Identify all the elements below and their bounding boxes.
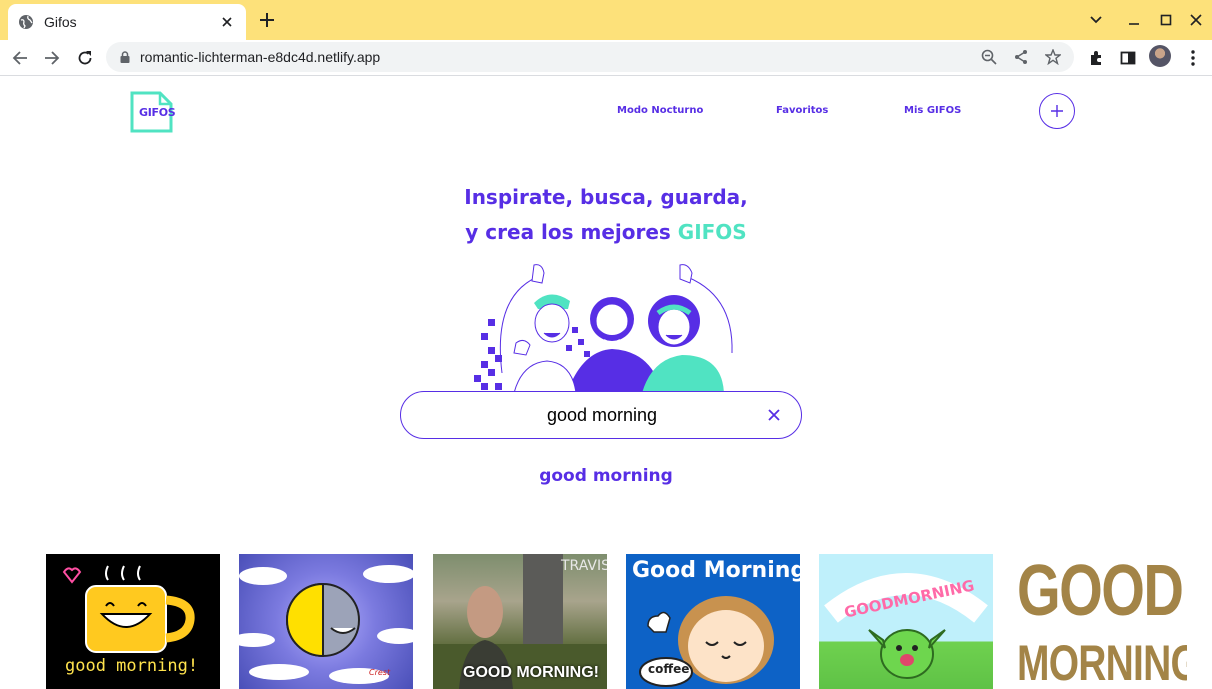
browser-toolbar: romantic-lichterman-e8dc4d.netlify.app [0,40,1212,76]
close-icon[interactable] [218,13,236,31]
search-box [400,391,803,439]
lock-icon [120,51,130,63]
chevron-down-icon[interactable] [1084,8,1108,32]
gifos-logo[interactable]: GIFOS [130,91,176,133]
side-panel-icon[interactable] [1117,47,1139,69]
profile-avatar[interactable] [1149,45,1171,67]
green-creature-illustration [824,573,988,679]
page-content: GIFOS Modo Nocturno Favoritos Mis GIFOS … [0,77,1212,689]
nav-dark-mode[interactable]: Modo Nocturno [617,105,703,116]
gif-caption: GOOD MORNING! [463,664,599,681]
browser-tab[interactable]: Gifos [8,4,246,40]
bookmark-star-icon[interactable] [1042,46,1064,68]
minimize-icon[interactable] [1122,8,1146,32]
address-bar[interactable]: romantic-lichterman-e8dc4d.netlify.app [106,42,1074,72]
moon-illustration: Crest [239,565,413,684]
url-text: romantic-lichterman-e8dc4d.netlify.app [140,49,381,65]
gif-tag: TRAVIS [561,558,607,574]
gif-moon-clouds[interactable]: Crest [239,554,413,689]
menu-kebab-icon[interactable] [1182,47,1204,69]
hero-title-line1: Inspirate, busca, guarda, [464,185,748,209]
hero-title-line2: y crea los mejores GIFOS [0,220,1212,244]
nav-my-gifos[interactable]: Mis GIFOS [904,105,961,116]
gif-green-creature[interactable]: GOODMORNING [819,554,993,689]
gif-girl-coffee[interactable]: Good Morning coffee [626,554,800,689]
hero-people-illustration [474,264,733,393]
reload-icon[interactable] [73,46,97,70]
gif-sub: coffee [648,662,690,676]
zoom-icon[interactable] [978,46,1000,68]
globe-icon [19,15,33,29]
gif-caption: GOOD [1017,554,1184,631]
extensions-icon[interactable] [1085,47,1107,69]
clear-search-icon[interactable] [765,406,783,424]
browser-tabbar: Gifos [0,0,1212,40]
gif-travis[interactable]: TRAVIS GOOD MORNING! [433,554,607,689]
gif-coffee-mug[interactable]: good morning! [46,554,220,689]
share-icon[interactable] [1010,46,1032,68]
results-title: good morning [539,466,673,486]
gif-sub: MORNING [1017,635,1187,689]
logo-text: GIFOS [139,106,176,119]
forward-icon[interactable] [40,46,64,70]
gif-good-morning-text[interactable]: GOOD MORNING [1013,554,1187,689]
tab-title: Gifos [44,14,77,30]
gif-caption: good morning! [65,656,199,676]
plus-icon [1051,105,1063,117]
search-input[interactable] [401,392,803,438]
back-icon[interactable] [8,46,32,70]
hero-title-prefix: y crea los mejores [465,220,678,244]
new-tab-icon[interactable] [256,9,278,31]
window-close-icon[interactable] [1184,8,1208,32]
hero-title-accent: GIFOS [677,220,747,244]
gif-caption: Good Morning [632,558,800,583]
create-gifo-button[interactable] [1039,93,1075,129]
svg-text:Crest: Crest [369,668,391,677]
nav-favorites[interactable]: Favoritos [776,105,828,116]
maximize-icon[interactable] [1154,8,1178,32]
